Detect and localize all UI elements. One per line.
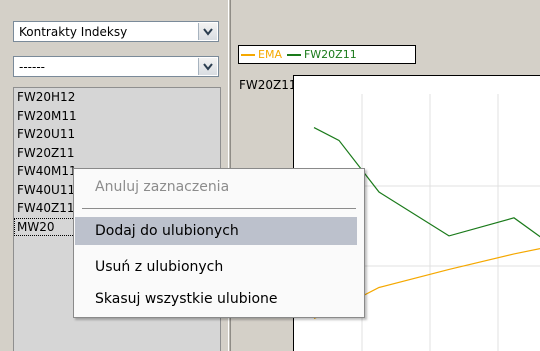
legend-entry-fw20z11: FW20Z11	[286, 48, 357, 61]
category-combobox[interactable]: Kontrakty Indeksy	[13, 21, 219, 42]
list-item-focused[interactable]: MW20	[14, 217, 77, 236]
filter-combobox-value: ------	[19, 60, 45, 74]
menu-item-delete-all-favorites[interactable]: Skasuj wszystkie ulubione	[75, 285, 357, 313]
category-combobox-value: Kontrakty Indeksy	[19, 25, 128, 39]
legend-label-fw20z11: FW20Z11	[303, 48, 357, 61]
legend-swatch-ema	[241, 53, 255, 56]
chevron-down-icon	[203, 62, 213, 71]
filter-dropdown-button[interactable]	[198, 58, 217, 75]
category-dropdown-button[interactable]	[198, 23, 217, 40]
legend-label-ema: EMA	[258, 48, 282, 61]
menu-item-remove-favorite[interactable]: Usuń z ulubionych	[75, 253, 357, 281]
filter-combobox[interactable]: ------	[13, 56, 219, 77]
legend-swatch-fw20z11	[286, 53, 301, 56]
list-item[interactable]: FW20H12	[14, 88, 220, 107]
legend-entry-ema: EMA	[241, 48, 282, 61]
chevron-down-icon	[203, 27, 213, 36]
list-item[interactable]: FW20M11	[14, 107, 220, 126]
list-item[interactable]: FW20Z11	[14, 144, 220, 163]
menu-item-clear-selection[interactable]: Anuluj zaznaczenia	[75, 173, 357, 201]
chart-legend: EMA FW20Z11	[238, 45, 416, 64]
context-menu: Anuluj zaznaczenia Dodaj do ulubionych U…	[73, 168, 365, 318]
menu-item-add-favorite[interactable]: Dodaj do ulubionych	[75, 217, 357, 245]
menu-separator	[82, 208, 356, 209]
list-item[interactable]: FW20U11	[14, 125, 220, 144]
